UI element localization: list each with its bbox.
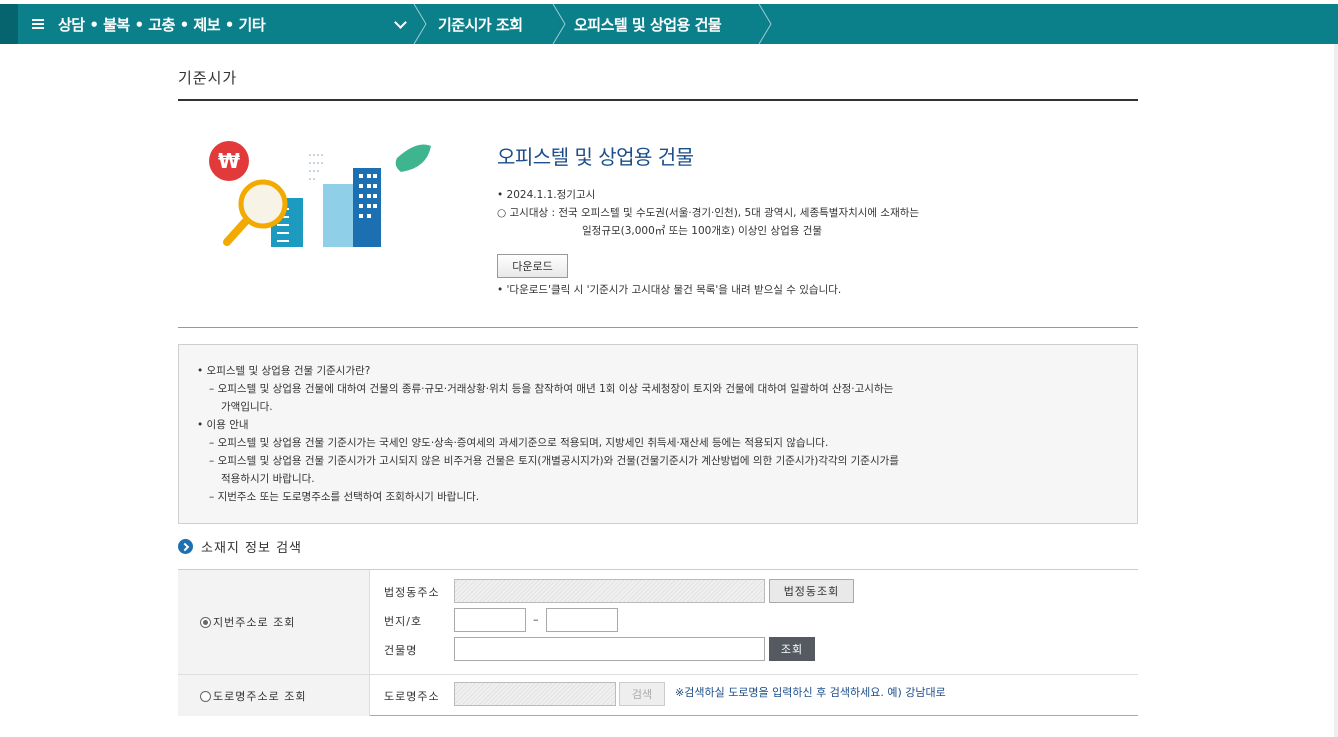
radio-unselected-icon [200, 690, 211, 702]
jibun-search-button[interactable]: 조회 [769, 637, 815, 661]
info-text: 적용하시기 바랍니다. [221, 473, 315, 485]
info-box: • 오피스텔 및 상업용 건물 기준시가란? – 오피스텔 및 상업용 건물에 … [178, 344, 1138, 524]
nav-left-block [0, 4, 18, 44]
scrollbar[interactable] [1334, 44, 1338, 737]
section-divider [178, 327, 1138, 328]
download-button[interactable]: 다운로드 [497, 254, 568, 278]
lot-number-dash: – [533, 613, 539, 626]
top-navigation: 상담 • 불복 • 고충 • 제보 • 기타 기준시가 조회 오피스텔 및 상업… [0, 4, 1338, 44]
section-title: 오피스텔 및 상업용 건물 [497, 145, 694, 169]
chevron-down-icon [394, 16, 407, 29]
notice-target: ○ 고시대상 : 전국 오피스텔 및 수도권(서울·경기·인천), 5대 광역시… [497, 207, 920, 219]
info-text: – 지번주소 또는 도로명주소를 선택하여 조회하시기 바랍니다. [209, 491, 480, 503]
breadcrumb-item-officetel[interactable]: 오피스텔 및 상업용 건물 [574, 4, 722, 44]
info-text: – 오피스텔 및 상업용 건물 기준시가가 고시되지 않은 비주거용 건물은 토… [209, 455, 899, 467]
lot-number-label: 번지/호 [384, 615, 423, 628]
building-name-label: 건물명 [384, 644, 418, 657]
notice-target-continued: 일정규모(3,000㎡ 또는 100개호) 이상인 상업용 건물 [582, 225, 823, 237]
download-note: • '다운로드'클릭 시 '기준시가 고시대상 물건 목록'을 내려 받으실 수… [497, 284, 842, 296]
breadcrumb-separator-icon [758, 4, 772, 44]
info-text: – 오피스텔 및 상업용 건물에 대하여 건물의 종류·규모·거래상황·위치 등… [209, 383, 894, 395]
title-divider [178, 99, 1138, 101]
legal-address-input[interactable] [454, 579, 765, 603]
breadcrumb-item-standard-price[interactable]: 기준시가 조회 [438, 4, 523, 44]
hamburger-icon [32, 19, 44, 29]
notice-date: • 2024.1.1.정기고시 [497, 189, 596, 201]
road-address-radio[interactable]: 도로명주소로 조회 [200, 688, 306, 704]
info-heading-usage: • 이용 안내 [197, 419, 249, 431]
info-text: 가액입니다. [221, 401, 273, 413]
legal-address-label: 법정동주소 [384, 586, 440, 599]
category-menu-button[interactable]: 상담 • 불복 • 고충 • 제보 • 기타 [18, 4, 413, 44]
road-address-radio-label: 도로명주소로 조회 [213, 690, 307, 703]
svg-text:₩: ₩ [218, 149, 240, 173]
road-address-label: 도로명주소 [384, 690, 440, 703]
notice-description: • 2024.1.1.정기고시 ○ 고시대상 : 전국 오피스텔 및 수도권(서… [497, 186, 919, 240]
breadcrumb-separator-icon [552, 4, 566, 44]
search-form: 지번주소로 조회 법정동주소 법정동조회 번지/호 – 건물명 조회 도로명주소… [178, 569, 1138, 716]
lot-main-number-input[interactable] [454, 608, 526, 632]
info-heading-definition: • 오피스텔 및 상업용 건물 기준시가란? [197, 365, 371, 377]
arrow-circle-icon [178, 539, 193, 554]
jibun-address-radio-label: 지번주소로 조회 [213, 616, 296, 629]
breadcrumb-separator-icon [413, 4, 427, 44]
buildings-illustration: ₩ [209, 141, 431, 247]
info-text: – 오피스텔 및 상업용 건물 기준시가는 국세인 양도·상속·증여세의 과세기… [209, 437, 829, 449]
row-divider [178, 674, 1138, 675]
road-search-button[interactable]: 검색 [619, 682, 665, 706]
road-address-input[interactable] [454, 682, 616, 706]
search-heading-label: 소재지 정보 검색 [201, 541, 302, 556]
legal-address-search-button[interactable]: 법정동조회 [769, 579, 854, 603]
lot-sub-number-input[interactable] [546, 608, 618, 632]
radio-selected-icon [200, 616, 211, 628]
building-name-input[interactable] [454, 637, 765, 661]
page-title: 기준시가 [178, 69, 238, 87]
road-search-note: ※검색하실 도로명을 입력하신 후 검색하세요. 예) 강남대로 [675, 686, 946, 699]
category-menu-label: 상담 • 불복 • 고충 • 제보 • 기타 [58, 15, 266, 34]
jibun-address-radio[interactable]: 지번주소로 조회 [200, 614, 295, 630]
search-heading: 소재지 정보 검색 [178, 537, 302, 556]
